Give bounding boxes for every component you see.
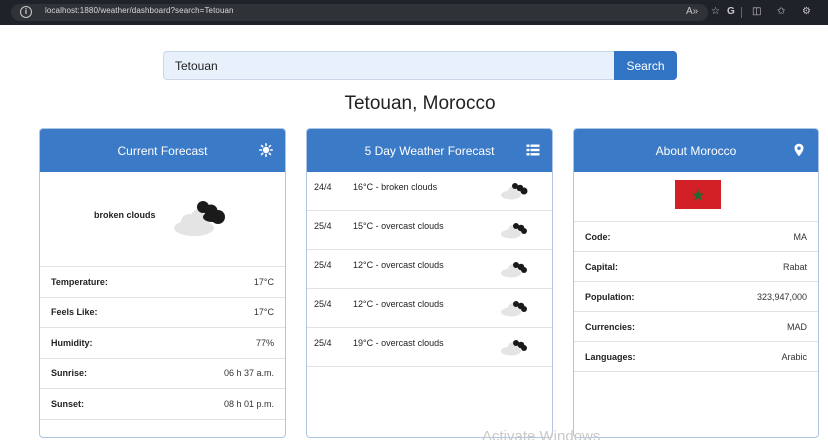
forecast-row: 25/4 19°C - overcast clouds: [307, 328, 552, 367]
capital-row: Capital: Rabat: [574, 252, 818, 282]
about-country-card: About Morocco Code: MA Capital: Rabat Po…: [573, 128, 819, 438]
feels-like-row: Feels Like: 17°C: [40, 298, 285, 328]
card-title: Current Forecast: [117, 143, 208, 158]
population-row: Population: 323,947,000: [574, 282, 818, 312]
forecast-date: 25/4: [314, 221, 332, 231]
split-screen-icon[interactable]: ◫: [752, 6, 761, 18]
favorite-star-icon[interactable]: ☆: [711, 6, 720, 18]
card-title: 5 Day Weather Forecast: [364, 143, 495, 158]
five-day-forecast-header: 5 Day Weather Forecast: [307, 129, 552, 172]
languages-row: Languages: Arabic: [574, 342, 818, 372]
broken-clouds-icon: [501, 183, 528, 200]
forecast-text: 12°C - overcast clouds: [353, 260, 444, 270]
current-summary: broken clouds: [40, 172, 285, 267]
favorites-icon[interactable]: ✩: [777, 6, 785, 18]
sunset-row: Sunset: 08 h 01 p.m.: [40, 389, 285, 420]
map-marker-icon: [794, 143, 804, 157]
overcast-clouds-icon: [501, 301, 527, 317]
search-button[interactable]: Search: [614, 51, 677, 80]
forecast-date: 25/4: [314, 338, 332, 348]
search-input[interactable]: [163, 51, 614, 80]
broken-clouds-icon: [174, 201, 225, 236]
flag-area: [574, 172, 818, 222]
forecast-row: 24/4 16°C - broken clouds: [307, 172, 552, 211]
copilot-icon[interactable]: G: [727, 6, 735, 18]
country-code-row: Code: MA: [574, 222, 818, 252]
sunrise-row: Sunrise: 06 h 37 a.m.: [40, 359, 285, 389]
sun-icon: [259, 143, 273, 157]
overcast-clouds-icon: [501, 262, 527, 278]
currencies-row: Currencies: MAD: [574, 312, 818, 342]
forecast-row: 25/4 15°C - overcast clouds: [307, 211, 552, 250]
forecast-text: 15°C - overcast clouds: [353, 221, 444, 231]
list-icon: [526, 144, 540, 156]
location-title: Tetouan, Morocco: [344, 93, 496, 114]
overcast-clouds-icon: [501, 223, 527, 239]
forecast-date: 25/4: [314, 299, 332, 309]
forecast-text: 16°C - broken clouds: [353, 182, 438, 192]
site-info-icon[interactable]: i: [20, 6, 32, 18]
forecast-text: 12°C - overcast clouds: [353, 299, 444, 309]
current-forecast-card: Current Forecast broken clouds Temperatu…: [39, 128, 286, 438]
weather-description: broken clouds: [94, 210, 156, 220]
five-day-forecast-card: 5 Day Weather Forecast 24/4 16°C - broke…: [306, 128, 553, 438]
overcast-clouds-icon: [501, 340, 527, 356]
extensions-icon[interactable]: ⚙: [802, 6, 811, 18]
card-title: About Morocco: [655, 143, 737, 158]
forecast-text: 19°C - overcast clouds: [353, 338, 444, 348]
forecast-row: 25/4 12°C - overcast clouds: [307, 250, 552, 289]
about-country-header: About Morocco: [574, 129, 818, 172]
toolbar-divider: [741, 7, 742, 18]
temperature-row: Temperature: 17°C: [40, 267, 285, 298]
flag-star-icon: [692, 188, 704, 201]
browser-toolbar: i localhost:1880/weather/dashboard?searc…: [0, 0, 828, 25]
morocco-flag: [675, 180, 721, 209]
url-text[interactable]: localhost:1880/weather/dashboard?search=…: [45, 6, 234, 15]
forecast-date: 24/4: [314, 182, 332, 192]
current-forecast-header: Current Forecast: [40, 129, 285, 172]
read-aloud-icon[interactable]: A»: [686, 6, 698, 18]
forecast-date: 25/4: [314, 260, 332, 270]
activate-windows-watermark: Activate Windows: [482, 428, 601, 440]
forecast-row: 25/4 12°C - overcast clouds: [307, 289, 552, 328]
humidity-row: Humidity: 77%: [40, 328, 285, 359]
